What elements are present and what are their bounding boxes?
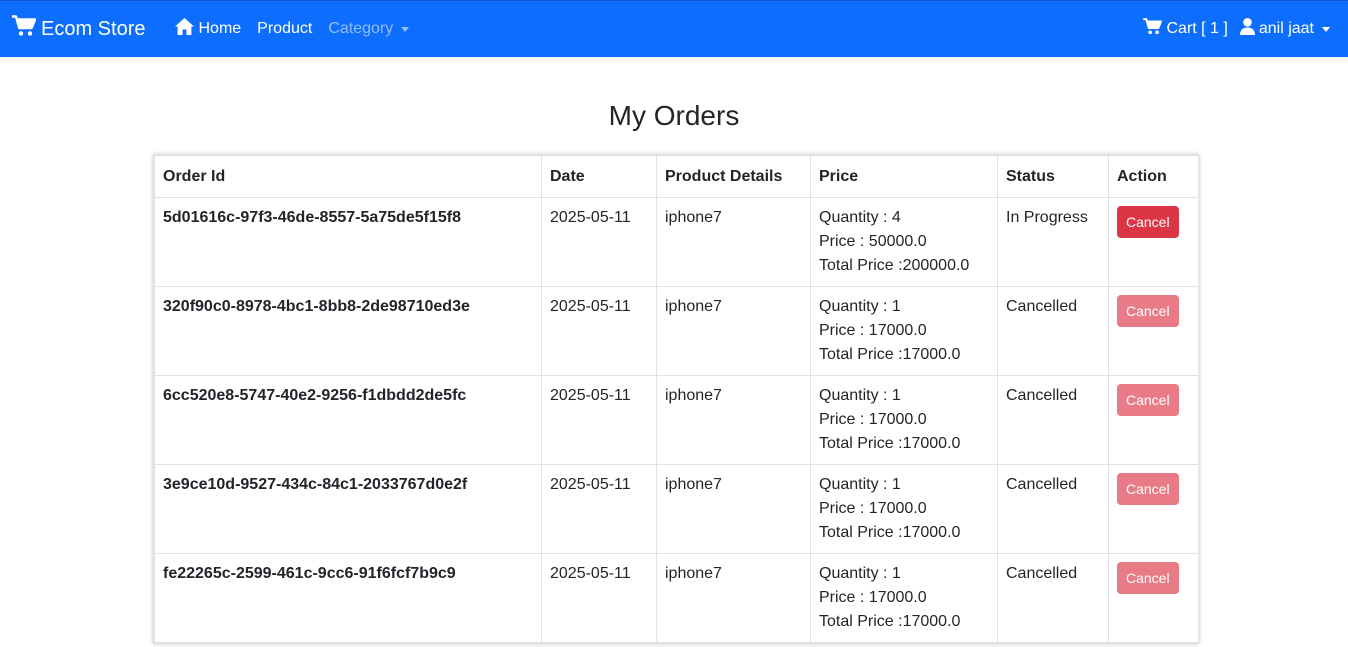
- nav-home-label: Home: [198, 20, 242, 37]
- order-id-cell: 3e9ce10d-9527-434c-84c1-2033767d0e2f: [154, 464, 542, 554]
- nav-user-dropdown[interactable]: anil jaat: [1234, 10, 1336, 48]
- quantity-text: Quantity : 1: [819, 387, 901, 404]
- brand-link[interactable]: Ecom Store: [12, 15, 145, 43]
- nav-category-label: Category: [328, 20, 394, 37]
- table-row: 3e9ce10d-9527-434c-84c1-2033767d0e2f 202…: [154, 464, 1199, 554]
- navbar: Ecom Store Home Product Category Cart [ …: [0, 0, 1348, 57]
- nav-product-label: Product: [257, 20, 313, 37]
- total-price-text: Total Price :17000.0: [819, 524, 961, 541]
- orders-table: Order Id Date Product Details Price Stat…: [154, 155, 1199, 643]
- product-cell: iphone7: [656, 553, 811, 643]
- quantity-text: Quantity : 1: [819, 476, 901, 493]
- product-cell: iphone7: [656, 464, 811, 554]
- header-action: Action: [1108, 155, 1199, 198]
- nav-category-dropdown[interactable]: Category: [320, 12, 417, 46]
- unit-price-text: Price : 17000.0: [819, 589, 927, 606]
- chevron-down-icon: [1322, 26, 1330, 32]
- nav-product[interactable]: Product: [249, 12, 320, 46]
- page-title: My Orders: [608, 100, 740, 131]
- quantity-text: Quantity : 1: [819, 298, 901, 315]
- nav-cart-label: Cart [ 1 ]: [1166, 20, 1228, 37]
- cancel-button-disabled: Cancel: [1117, 473, 1179, 505]
- header-date: Date: [541, 155, 657, 198]
- total-price-text: Total Price :17000.0: [819, 346, 961, 363]
- unit-price-text: Price : 50000.0: [819, 233, 927, 250]
- status-cell: Cancelled: [997, 375, 1109, 465]
- nav-user-label: anil jaat: [1258, 20, 1314, 37]
- brand-name: Ecom Store: [41, 17, 146, 40]
- action-cell: Cancel: [1108, 375, 1199, 465]
- table-row: fe22265c-2599-461c-9cc6-91f6fcf7b9c9 202…: [154, 553, 1199, 643]
- product-cell: iphone7: [656, 197, 811, 287]
- status-cell: Cancelled: [997, 464, 1109, 554]
- action-cell: Cancel: [1108, 553, 1199, 643]
- nav-left: Ecom Store Home Product Category: [12, 10, 417, 48]
- chevron-down-icon: [401, 26, 410, 32]
- status-cell: Cancelled: [997, 286, 1109, 376]
- unit-price-text: Price : 17000.0: [819, 500, 927, 517]
- unit-price-text: Price : 17000.0: [819, 322, 927, 339]
- total-price-text: Total Price :17000.0: [819, 613, 961, 630]
- date-cell: 2025-05-11: [541, 553, 657, 643]
- price-cell: Quantity : 1 Price : 17000.0 Total Price…: [810, 553, 998, 643]
- date-cell: 2025-05-11: [541, 197, 657, 287]
- total-price-text: Total Price :200000.0: [819, 257, 970, 274]
- header-status: Status: [997, 155, 1109, 198]
- nav-home[interactable]: Home: [167, 10, 249, 48]
- action-cell: Cancel: [1108, 464, 1199, 554]
- date-cell: 2025-05-11: [541, 375, 657, 465]
- date-cell: 2025-05-11: [541, 464, 657, 554]
- product-cell: iphone7: [656, 375, 811, 465]
- action-cell: Cancel: [1108, 197, 1199, 287]
- cart-icon: [12, 15, 41, 43]
- quantity-text: Quantity : 4: [819, 209, 901, 226]
- total-price-text: Total Price :17000.0: [819, 435, 961, 452]
- table-row: 320f90c0-8978-4bc1-8bb8-2de98710ed3e 202…: [154, 286, 1199, 376]
- order-id-cell: fe22265c-2599-461c-9cc6-91f6fcf7b9c9: [154, 553, 542, 643]
- quantity-text: Quantity : 1: [819, 565, 901, 582]
- price-cell: Quantity : 1 Price : 17000.0 Total Price…: [810, 464, 998, 554]
- date-cell: 2025-05-11: [541, 286, 657, 376]
- status-cell: In Progress: [997, 197, 1109, 287]
- order-id-cell: 6cc520e8-5747-40e2-9256-f1dbdd2de5fc: [154, 375, 542, 465]
- table-row: 5d01616c-97f3-46de-8557-5a75de5f15f8 202…: [154, 197, 1199, 287]
- nav-cart[interactable]: Cart [ 1 ]: [1137, 10, 1233, 48]
- table-row: 6cc520e8-5747-40e2-9256-f1dbdd2de5fc 202…: [154, 375, 1199, 465]
- cart-icon: [1143, 18, 1166, 40]
- table-header-row: Order Id Date Product Details Price Stat…: [154, 155, 1199, 198]
- price-cell: Quantity : 1 Price : 17000.0 Total Price…: [810, 286, 998, 376]
- unit-price-text: Price : 17000.0: [819, 411, 927, 428]
- header-order-id: Order Id: [154, 155, 542, 198]
- status-cell: Cancelled: [997, 553, 1109, 643]
- cancel-button[interactable]: Cancel: [1117, 206, 1179, 238]
- orders-table-card: Order Id Date Product Details Price Stat…: [153, 154, 1199, 644]
- header-price: Price: [810, 155, 998, 198]
- user-icon: [1239, 18, 1259, 40]
- price-cell: Quantity : 4 Price : 50000.0 Total Price…: [810, 197, 998, 287]
- product-cell: iphone7: [656, 286, 811, 376]
- price-cell: Quantity : 1 Price : 17000.0 Total Price…: [810, 375, 998, 465]
- cancel-button-disabled: Cancel: [1117, 384, 1179, 416]
- nav-right: Cart [ 1 ] anil jaat: [1137, 10, 1336, 48]
- cancel-button-disabled: Cancel: [1117, 295, 1179, 327]
- cancel-button-disabled: Cancel: [1117, 562, 1179, 594]
- order-id-cell: 5d01616c-97f3-46de-8557-5a75de5f15f8: [154, 197, 542, 287]
- order-id-cell: 320f90c0-8978-4bc1-8bb8-2de98710ed3e: [154, 286, 542, 376]
- action-cell: Cancel: [1108, 286, 1199, 376]
- header-product-details: Product Details: [656, 155, 811, 198]
- home-icon: [175, 18, 198, 40]
